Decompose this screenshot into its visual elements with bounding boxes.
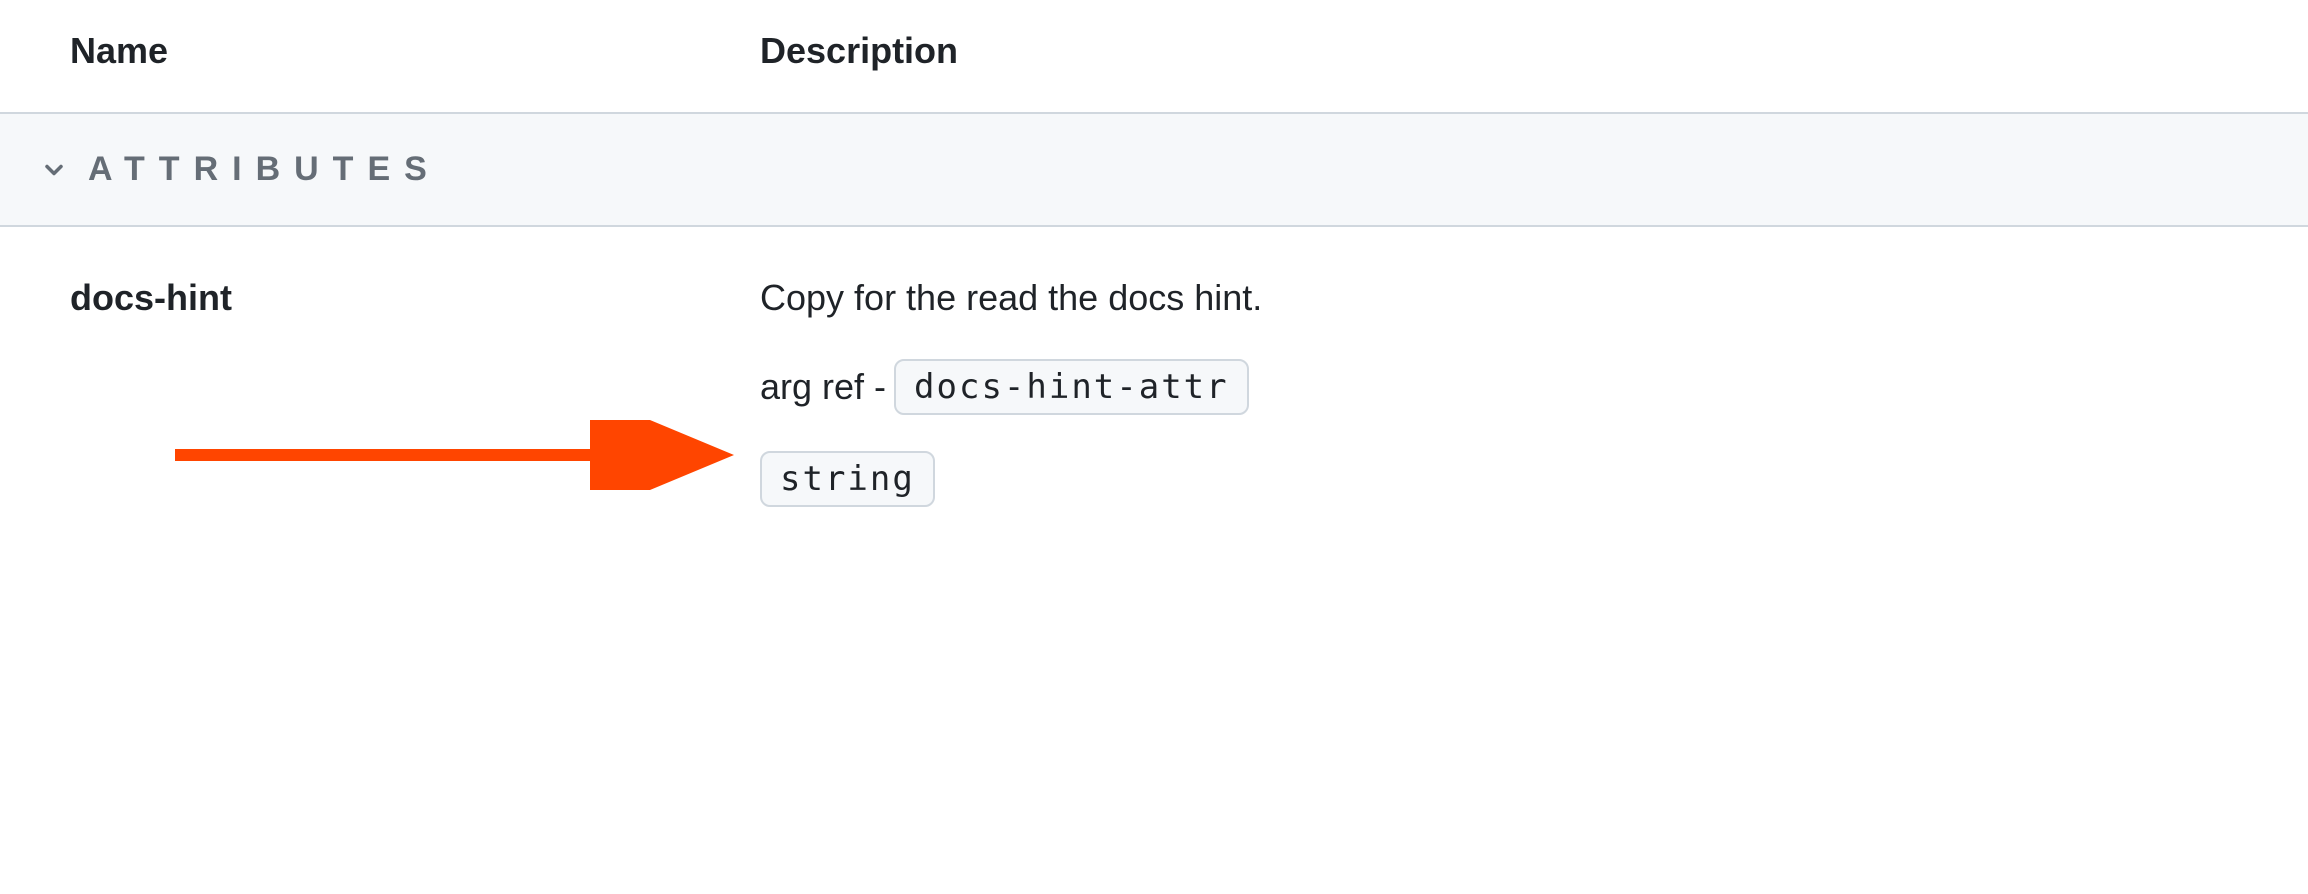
- attribute-type: string: [760, 451, 935, 507]
- column-header-description: Description: [760, 30, 2308, 72]
- table-row: docs-hint Copy for the read the docs hin…: [0, 227, 2308, 527]
- section-header-row[interactable]: ATTRIBUTES: [0, 114, 2308, 227]
- attributes-table: Name Description ATTRIBUTES docs-hint Co…: [0, 0, 2308, 527]
- attribute-name: docs-hint: [70, 277, 232, 318]
- arg-ref-label: arg ref -: [760, 366, 886, 408]
- arg-ref-value: docs-hint-attr: [894, 359, 1249, 415]
- attribute-description: Copy for the read the docs hint.: [760, 277, 2308, 319]
- column-header-name: Name: [0, 30, 760, 72]
- arg-ref-line: arg ref - docs-hint-attr: [760, 359, 2308, 415]
- table-header-row: Name Description: [0, 0, 2308, 114]
- chevron-down-icon: [40, 156, 68, 184]
- section-title: ATTRIBUTES: [88, 150, 441, 189]
